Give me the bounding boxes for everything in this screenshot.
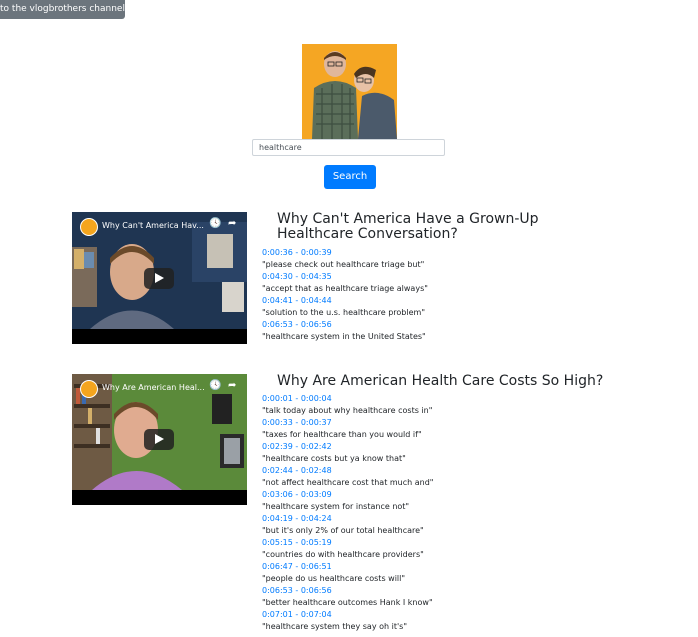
- search-input[interactable]: [252, 139, 445, 156]
- watch-later-icon[interactable]: 🕓: [209, 380, 221, 391]
- match-list: 0:00:36 - 0:00:39 "please check out heal…: [262, 247, 428, 343]
- transcript-quote: "healthcare system for instance not": [262, 502, 410, 511]
- transcript-quote: "healthcare system they say oh it's": [262, 622, 408, 631]
- timestamp-link[interactable]: 0:04:19 - 0:04:24: [262, 513, 433, 525]
- timestamp-link[interactable]: 0:07:01 - 0:07:04: [262, 609, 433, 621]
- play-button-icon[interactable]: [144, 429, 174, 450]
- timestamp-link[interactable]: 0:00:01 - 0:00:04: [262, 393, 433, 405]
- timestamp-link[interactable]: 0:00:33 - 0:00:37: [262, 417, 433, 429]
- share-icon[interactable]: ➦: [228, 218, 236, 229]
- channel-avatar: [302, 44, 397, 139]
- video-player-1[interactable]: Why Can't America Hav... 🕓 ➦: [72, 212, 247, 344]
- transcript-quote: "taxes for healthcare than you would if": [262, 430, 422, 439]
- transcript-quote: "healthcare costs but ya know that": [262, 454, 406, 463]
- vlogbrothers-channel-button[interactable]: to the vlogbrothers channel: [0, 0, 125, 19]
- video-overlay-title: Why Are American Heal...: [102, 383, 205, 392]
- video-title: Why Are American Health Care Costs So Hi…: [277, 373, 604, 389]
- video-overlay-title: Why Can't America Hav...: [102, 221, 204, 230]
- video-title: Why Can't America Have a Grown-Up Health…: [277, 211, 539, 242]
- transcript-quote: "better healthcare outcomes Hank I know": [262, 598, 433, 607]
- transcript-quote: "solution to the u.s. healthcare problem…: [262, 308, 425, 317]
- play-button-icon[interactable]: [144, 268, 174, 289]
- timestamp-link[interactable]: 0:03:06 - 0:03:09: [262, 489, 433, 501]
- timestamp-link[interactable]: 0:02:39 - 0:02:42: [262, 441, 433, 453]
- search-button[interactable]: Search: [324, 165, 376, 189]
- transcript-quote: "accept that as healthcare triage always…: [262, 284, 428, 293]
- timestamp-link[interactable]: 0:02:44 - 0:02:48: [262, 465, 433, 477]
- share-icon[interactable]: ➦: [228, 380, 236, 391]
- video-player-2[interactable]: Why Are American Heal... 🕓 ➦: [72, 374, 247, 505]
- transcript-quote: "healthcare system in the United States": [262, 332, 426, 341]
- transcript-quote: "not affect healthcare cost that much an…: [262, 478, 434, 487]
- timestamp-link[interactable]: 0:06:53 - 0:06:56: [262, 585, 433, 597]
- timestamp-link[interactable]: 0:06:53 - 0:06:56: [262, 319, 428, 331]
- transcript-quote: "talk today about why healthcare costs i…: [262, 406, 433, 415]
- channel-logo-icon: [80, 380, 98, 398]
- transcript-quote: "countries do with healthcare providers": [262, 550, 424, 559]
- timestamp-link[interactable]: 0:06:47 - 0:06:51: [262, 561, 433, 573]
- match-list: 0:00:01 - 0:00:04 "talk today about why …: [262, 393, 433, 633]
- timestamp-link[interactable]: 0:04:30 - 0:04:35: [262, 271, 428, 283]
- timestamp-link[interactable]: 0:04:41 - 0:04:44: [262, 295, 428, 307]
- timestamp-link[interactable]: 0:00:36 - 0:00:39: [262, 247, 428, 259]
- transcript-quote: "but it's only 2% of our total healthcar…: [262, 526, 424, 535]
- transcript-quote: "people do us healthcare costs will": [262, 574, 406, 583]
- watch-later-icon[interactable]: 🕓: [209, 218, 221, 229]
- channel-logo-icon: [80, 218, 98, 236]
- transcript-quote: "please check out healthcare triage but": [262, 260, 425, 269]
- timestamp-link[interactable]: 0:05:15 - 0:05:19: [262, 537, 433, 549]
